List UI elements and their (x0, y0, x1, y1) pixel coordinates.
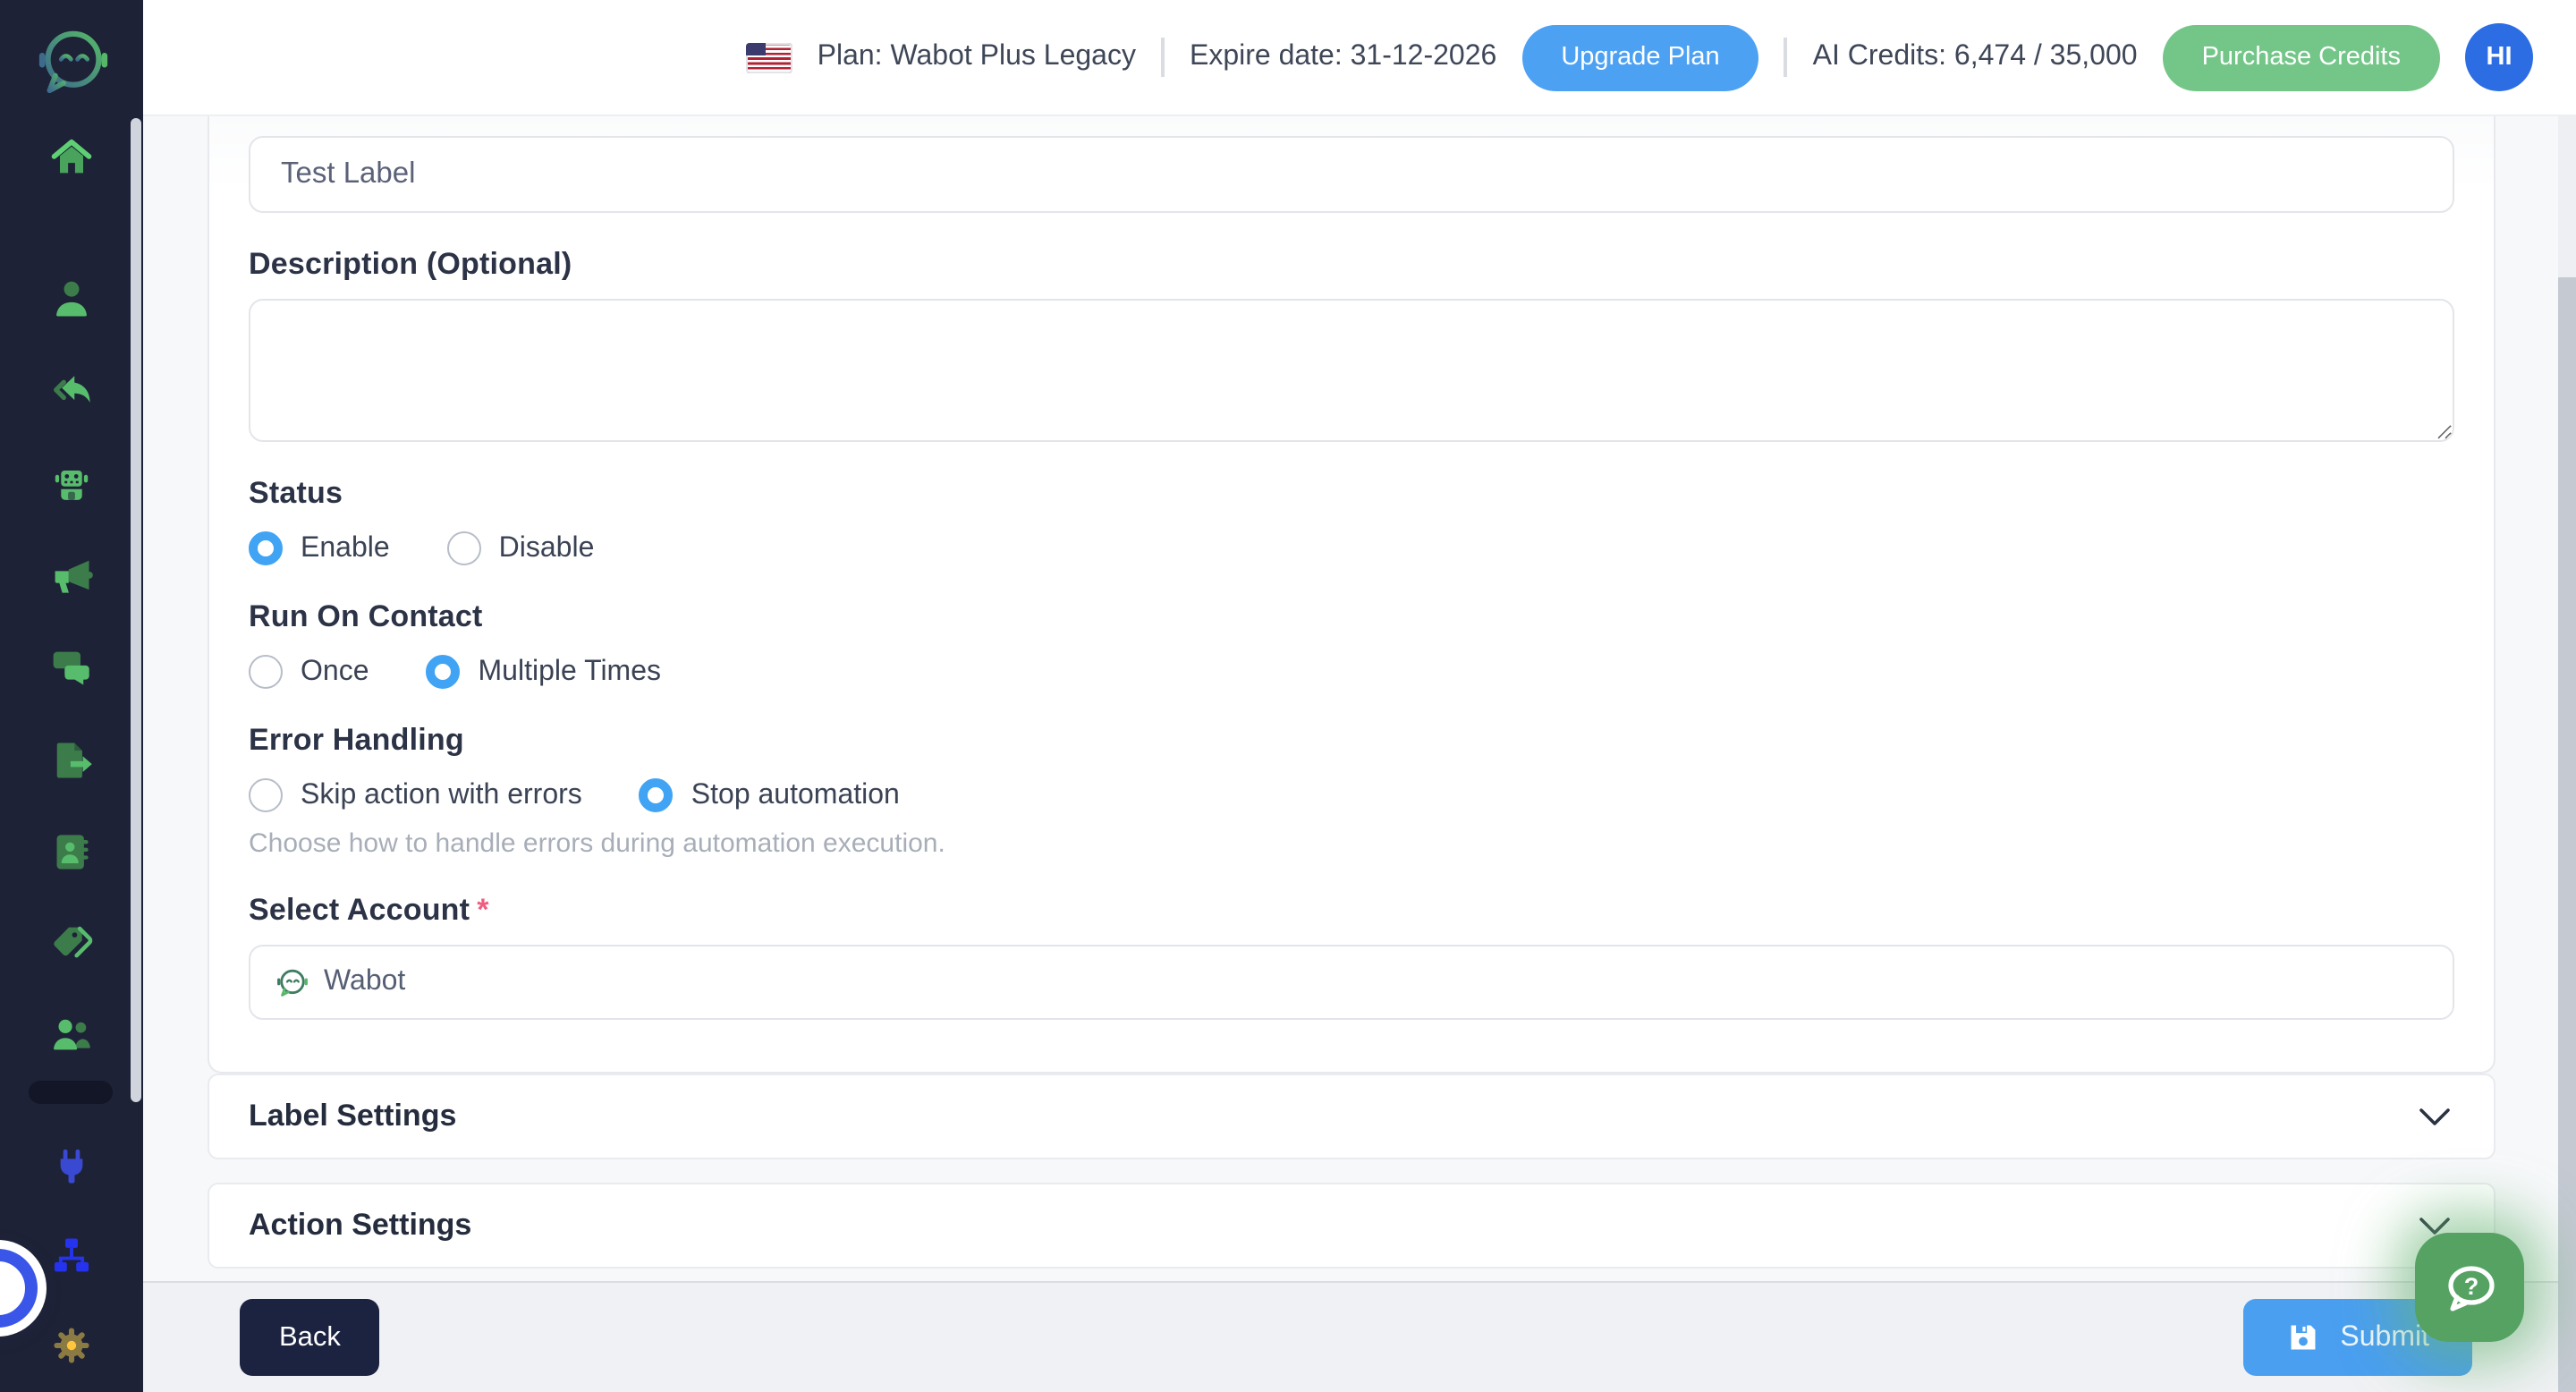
header-divider (1161, 38, 1165, 77)
submit-button-label: Submit (2340, 1321, 2429, 1354)
header-divider (1784, 38, 1788, 77)
plan-text: Plan: Wabot Plus Legacy (818, 41, 1136, 73)
error-handling-label: Error Handling (249, 723, 2454, 759)
status-radio-group: Enable Disable (249, 531, 2454, 565)
gear-icon[interactable] (48, 1322, 95, 1369)
radio-stop-automation[interactable]: Stop automation (640, 778, 900, 812)
file-export-icon[interactable] (48, 737, 95, 784)
sidebar (0, 0, 143, 1392)
error-handling-helper: Choose how to handle errors during autom… (249, 828, 2454, 859)
label-settings-title: Label Settings (249, 1099, 456, 1134)
back-button[interactable]: Back (240, 1299, 380, 1376)
wabot-mini-icon (275, 965, 309, 999)
action-settings-accordion[interactable]: Action Settings (208, 1183, 2496, 1269)
account-select-value: Wabot (324, 966, 405, 998)
radio-circle-icon[interactable] (249, 655, 283, 689)
radio-circle-icon[interactable] (640, 778, 674, 812)
help-chat-button[interactable]: ? (2415, 1233, 2524, 1342)
account-select[interactable]: Wabot (249, 945, 2454, 1020)
purchase-credits-button[interactable]: Purchase Credits (2163, 24, 2440, 90)
run-on-contact-label: Run On Contact (249, 599, 2454, 635)
top-header: Plan: Wabot Plus Legacy Expire date: 31-… (143, 0, 2576, 115)
expire-date-text: Expire date: 31-12-2026 (1190, 41, 1496, 73)
home-icon[interactable] (48, 134, 95, 181)
plug-icon[interactable] (48, 1143, 95, 1190)
svg-text:?: ? (2463, 1272, 2479, 1299)
label-name-input[interactable] (249, 136, 2454, 213)
collapsed-menu-item[interactable] (29, 1081, 113, 1104)
required-asterisk: * (477, 893, 488, 927)
address-book-icon[interactable] (48, 828, 95, 875)
radio-circle-icon[interactable] (427, 655, 461, 689)
robot-icon[interactable] (48, 462, 95, 508)
megaphone-icon[interactable] (48, 553, 95, 599)
select-account-label: Select Account* (249, 893, 2454, 929)
chat-bubbles-icon[interactable] (48, 644, 95, 691)
form-footer-bar: Back Submit (143, 1281, 2558, 1392)
label-form-card: Description (Optional) Status Enable Dis… (208, 115, 2496, 1074)
app-root: Plan: Wabot Plus Legacy Expire date: 31-… (0, 0, 2576, 1392)
radio-enable[interactable]: Enable (249, 531, 390, 565)
us-flag-icon[interactable] (746, 42, 792, 72)
page-scrollbar-thumb[interactable] (2558, 277, 2576, 1392)
save-icon (2286, 1320, 2320, 1354)
main-content: Description (Optional) Status Enable Dis… (143, 115, 2576, 1392)
sitemap-icon[interactable] (48, 1233, 95, 1279)
status-label: Status (249, 476, 2454, 512)
chevron-down-icon[interactable] (2419, 1107, 2451, 1126)
radio-circle-icon[interactable] (447, 531, 481, 565)
description-label: Description (Optional) (249, 247, 2454, 283)
radio-circle-icon[interactable] (249, 778, 283, 812)
ai-credits-text: AI Credits: 6,474 / 35,000 (1813, 41, 2138, 73)
radio-disable[interactable]: Disable (447, 531, 595, 565)
run-on-contact-radio-group: Once Multiple Times (249, 655, 2454, 689)
wabot-logo-icon[interactable] (34, 23, 113, 102)
radio-multiple-times[interactable]: Multiple Times (427, 655, 662, 689)
reply-icon[interactable] (48, 369, 95, 415)
tags-icon[interactable] (48, 920, 95, 966)
label-settings-accordion[interactable]: Label Settings (208, 1074, 2496, 1159)
radio-skip-errors[interactable]: Skip action with errors (249, 778, 582, 812)
users-icon[interactable] (48, 1011, 95, 1057)
error-handling-radio-group: Skip action with errors Stop automation (249, 778, 2454, 812)
upgrade-plan-button[interactable]: Upgrade Plan (1521, 24, 1758, 90)
radio-once[interactable]: Once (249, 655, 369, 689)
user-icon[interactable] (48, 276, 95, 322)
action-settings-title: Action Settings (249, 1208, 471, 1243)
chat-question-icon: ? (2437, 1255, 2502, 1320)
radio-circle-icon[interactable] (249, 531, 283, 565)
description-textarea[interactable] (249, 299, 2454, 442)
user-avatar[interactable]: HI (2465, 23, 2533, 91)
sidebar-scrollbar-thumb[interactable] (131, 118, 141, 1102)
